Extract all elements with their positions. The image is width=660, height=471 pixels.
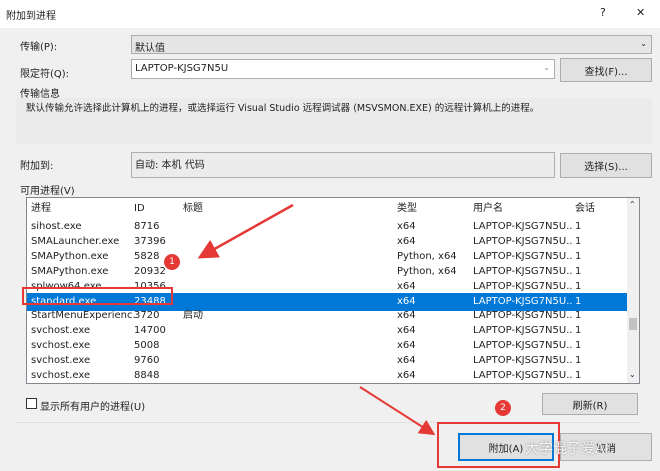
watermark: 大学混子爱AI (525, 441, 609, 457)
arrow-1 (197, 203, 294, 259)
arrow-2 (359, 386, 436, 436)
annotation-arrows (197, 203, 436, 436)
